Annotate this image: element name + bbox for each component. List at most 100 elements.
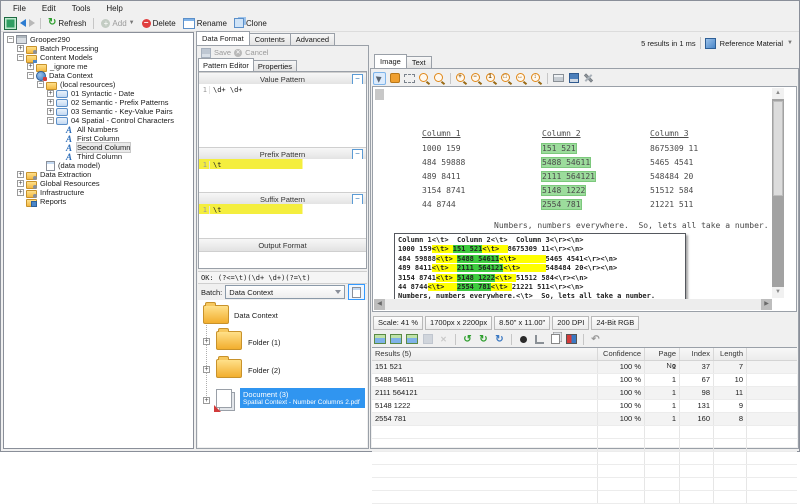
- zoom-actual-icon[interactable]: 1: [485, 72, 498, 85]
- tree-item[interactable]: AThird Column: [4, 152, 193, 161]
- save-button[interactable]: Save: [214, 48, 231, 57]
- filter-icon[interactable]: [335, 290, 341, 294]
- zoom-select-icon[interactable]: [418, 72, 431, 85]
- back-icon[interactable]: [20, 19, 26, 27]
- menu-file[interactable]: File: [5, 3, 34, 14]
- tree-item[interactable]: −(local resources): [4, 80, 193, 89]
- tab-properties[interactable]: Properties: [253, 60, 297, 71]
- output-format-header[interactable]: Output Format: [199, 238, 366, 252]
- scroll-down-icon[interactable]: ▼: [772, 287, 784, 298]
- cancel-button[interactable]: Cancel: [245, 48, 268, 57]
- rotate-right-icon[interactable]: ↻: [477, 333, 490, 346]
- table-row[interactable]: 5148 1222100 %11319: [372, 400, 797, 413]
- tree-expander-icon[interactable]: +: [17, 171, 24, 178]
- scroll-right-icon[interactable]: ▶: [761, 299, 772, 310]
- select-region-icon[interactable]: [403, 72, 416, 85]
- tree-expander-icon[interactable]: +: [203, 338, 210, 345]
- reference-material-button[interactable]: Reference Material: [720, 39, 783, 48]
- rotate-left-icon[interactable]: ↺: [461, 333, 474, 346]
- tree-expander-icon[interactable]: +: [47, 108, 54, 115]
- tree-item[interactable]: +01 Syntactic - Date: [4, 89, 193, 98]
- tree-item[interactable]: AFirst Column: [4, 134, 193, 143]
- col-confidence[interactable]: Confidence: [597, 348, 644, 360]
- suffix-pattern-body[interactable]: 1 \t: [199, 204, 366, 238]
- tab-data-format[interactable]: Data Format: [196, 31, 250, 45]
- zoom-fit-icon[interactable]: □: [500, 72, 513, 85]
- menu-help[interactable]: Help: [98, 3, 130, 14]
- tree-item[interactable]: −Data Context: [4, 71, 193, 80]
- horizontal-scrollbar[interactable]: ◀ ▶: [374, 299, 772, 310]
- image-viewer[interactable]: Column 1Column 2Column 31000 159151 5218…: [372, 86, 797, 312]
- tree-item[interactable]: +Global Resources: [4, 179, 193, 188]
- copy-page-icon[interactable]: [549, 333, 562, 346]
- menu-edit[interactable]: Edit: [34, 3, 64, 14]
- tree-expander-icon[interactable]: −: [27, 72, 34, 79]
- table-row[interactable]: 2111 564121100 %19811: [372, 387, 797, 400]
- folder-icon[interactable]: [203, 305, 229, 324]
- zoom-out-icon[interactable]: −: [470, 72, 483, 85]
- zoom-width-icon[interactable]: ↔: [515, 72, 528, 85]
- chevron-down-icon[interactable]: ▼: [787, 40, 793, 46]
- tree-expander-icon[interactable]: +: [47, 90, 54, 97]
- import-image-icon[interactable]: [389, 333, 402, 346]
- hand-icon[interactable]: [388, 72, 401, 85]
- tree-item[interactable]: +Data Extraction: [4, 170, 193, 179]
- tree-item[interactable]: AAll Numbers: [4, 125, 193, 134]
- tree-item[interactable]: +03 Semantic - Key-Value Pairs: [4, 107, 193, 116]
- invert-icon[interactable]: [565, 333, 578, 346]
- tree-expander-icon[interactable]: +: [27, 63, 34, 70]
- batch-folder-label[interactable]: Folder (1): [248, 338, 281, 347]
- tree-item[interactable]: ASecond Column: [4, 143, 193, 152]
- vertical-scrollbar[interactable]: ▲ ▼: [772, 88, 784, 298]
- zoom-preview-icon[interactable]: [433, 72, 446, 85]
- tree-item[interactable]: +Batch Processing: [4, 44, 193, 53]
- col-length[interactable]: Length: [713, 348, 746, 360]
- tree-expander-icon[interactable]: −: [47, 117, 54, 124]
- batch-folder-label[interactable]: Folder (2): [248, 366, 281, 375]
- rename-button[interactable]: Rename: [181, 17, 229, 30]
- tree-expander-icon[interactable]: −: [7, 36, 14, 43]
- tree-item[interactable]: (data model): [4, 161, 193, 170]
- folder-icon[interactable]: [216, 331, 242, 350]
- clone-button[interactable]: Clone: [232, 17, 269, 29]
- prefix-pattern-body[interactable]: 1 \t: [199, 159, 366, 192]
- tab-contents[interactable]: Contents: [249, 33, 291, 45]
- refresh-image-icon[interactable]: ↻: [493, 333, 506, 346]
- tab-image[interactable]: Image: [374, 54, 407, 68]
- batch-selector[interactable]: Data Context: [225, 285, 345, 299]
- tab-text[interactable]: Text: [406, 56, 432, 68]
- zoom-in-icon[interactable]: +: [455, 72, 468, 85]
- table-row[interactable]: 2554 781100 %11608: [372, 413, 797, 426]
- batch-root-label[interactable]: Data Context: [234, 311, 278, 320]
- forward-icon[interactable]: [29, 19, 35, 27]
- batch-document-button[interactable]: [348, 284, 365, 300]
- delete-image-icon[interactable]: ✕: [437, 333, 450, 346]
- scroll-left-icon[interactable]: ◀: [374, 299, 385, 310]
- zoom-height-icon[interactable]: ↕: [530, 72, 543, 85]
- refresh-button[interactable]: ↻ Refresh: [46, 17, 88, 29]
- add-button[interactable]: + Add ▼: [99, 18, 136, 29]
- undo-icon[interactable]: ↶: [589, 333, 602, 346]
- export-image-icon[interactable]: [373, 333, 386, 346]
- tree-item[interactable]: +Infrastructure: [4, 188, 193, 197]
- save-image-icon[interactable]: [421, 333, 434, 346]
- col-page-no[interactable]: Page No: [644, 348, 679, 360]
- tree-item[interactable]: Reports: [4, 197, 193, 206]
- settings-icon[interactable]: [582, 72, 595, 85]
- value-pattern-body[interactable]: 1 \d+ \d+: [199, 84, 366, 147]
- table-row[interactable]: 5488 54611100 %16710: [372, 374, 797, 387]
- app-icon[interactable]: [4, 17, 17, 30]
- crop-icon[interactable]: [533, 333, 546, 346]
- despeckle-icon[interactable]: [517, 333, 530, 346]
- folder-icon[interactable]: [216, 359, 242, 378]
- tree-item[interactable]: +02 Semantic - Prefix Patterns: [4, 98, 193, 107]
- tree-item[interactable]: −04 Spatial - Control Characters: [4, 116, 193, 125]
- menu-tools[interactable]: Tools: [64, 3, 99, 14]
- tree-expander-icon[interactable]: +: [17, 45, 24, 52]
- tree-expander-icon[interactable]: −: [17, 54, 24, 61]
- print-icon[interactable]: [552, 72, 565, 85]
- delete-button[interactable]: − Delete: [140, 18, 178, 29]
- tree-item[interactable]: −Content Models: [4, 53, 193, 62]
- save-view-icon[interactable]: [567, 72, 580, 85]
- scan-image-icon[interactable]: [405, 333, 418, 346]
